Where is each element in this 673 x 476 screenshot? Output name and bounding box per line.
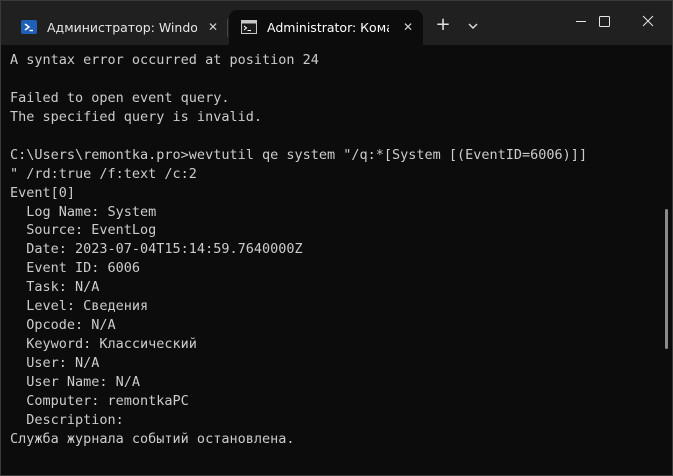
title-bar[interactable]: Администратор: Windows PowerShell ✕ Admi… <box>1 1 672 45</box>
terminal-window: Администратор: Windows PowerShell ✕ Admi… <box>0 0 673 476</box>
terminal-line: Служба журнала событий остановлена. <box>10 430 295 447</box>
terminal-line: Level: Сведения <box>10 298 149 315</box>
terminal-line: Task: N/A <box>10 279 100 296</box>
terminal-line: Source: EventLog <box>10 222 157 239</box>
chevron-down-icon[interactable] <box>461 14 485 38</box>
new-tab-button[interactable]: + <box>431 14 455 38</box>
terminal-line: Event ID: 6006 <box>10 260 141 277</box>
terminal-line: Log Name: System <box>10 203 157 220</box>
terminal-line: The specified query is invalid. <box>10 108 262 125</box>
terminal-line: Event[0] <box>10 184 76 201</box>
tab-powershell-label: Администратор: Windows PowerShell <box>47 20 197 35</box>
tab-powershell[interactable]: Администратор: Windows PowerShell ✕ <box>9 10 227 45</box>
terminal-line: " /rd:true /f:text /c:2 <box>10 165 197 182</box>
terminal-line: User: N/A <box>10 355 100 371</box>
terminal-line: Opcode: N/A <box>10 317 116 334</box>
tab-command-prompt[interactable]: Administrator: Командная строка ✕ <box>229 10 423 45</box>
terminal-line: Description: <box>10 411 124 428</box>
tab-divider <box>227 19 228 37</box>
terminal-line: Failed to open event query. <box>10 89 230 106</box>
terminal-line: A syntax error occurred at position 24 <box>10 52 319 68</box>
close-icon[interactable]: ✕ <box>399 18 417 36</box>
terminal-output[interactable]: A syntax error occurred at position 24 Fa… <box>10 51 660 471</box>
tab-command-prompt-label: Administrator: Командная строка <box>267 20 389 35</box>
cmd-icon <box>241 20 257 34</box>
close-icon[interactable]: ✕ <box>204 18 222 36</box>
maximize-button[interactable] <box>581 1 627 41</box>
terminal-line: Keyword: Классический <box>10 336 197 353</box>
terminal-line: Computer: remontkaPC <box>10 392 189 409</box>
terminal-line: C:\Users\remontka.pro>wevtutil qe system… <box>10 146 588 163</box>
terminal-line: User Name: N/A <box>10 373 141 390</box>
terminal-line: Date: 2023-07-04T15:14:59.7640000Z <box>10 241 303 258</box>
window-close-button[interactable] <box>625 1 671 41</box>
scrollbar-thumb[interactable] <box>665 209 668 349</box>
powershell-icon <box>21 20 37 34</box>
